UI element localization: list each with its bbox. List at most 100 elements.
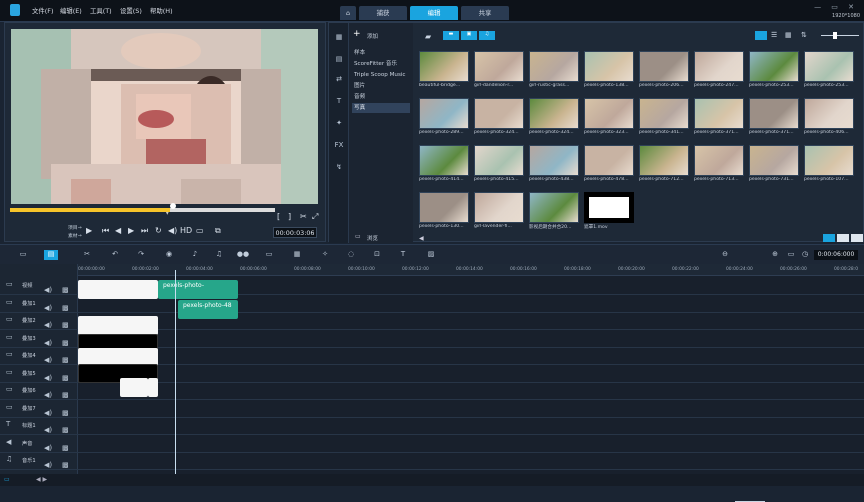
media-thumbnail[interactable]: pexels-photo-323...	[584, 98, 634, 138]
media-thumbnail[interactable]: pexels-photo-247...	[694, 51, 744, 91]
track-volume-icon[interactable]: ◀)	[44, 286, 52, 294]
media-thumbnail[interactable]: pexels-photo-130...	[419, 192, 469, 232]
track-type-icon[interactable]: ▭	[6, 280, 13, 288]
media-thumbnail[interactable]: pexels-photo-341...	[639, 98, 689, 138]
hd-icon[interactable]: HD	[180, 226, 192, 235]
thumb-size-slider[interactable]	[821, 35, 859, 36]
track-type-icon[interactable]: ▭	[6, 315, 13, 323]
mode-project[interactable]: 项目→	[68, 224, 82, 231]
media-thumbnail[interactable]: pexels-photo-371...	[694, 98, 744, 138]
3d-title-icon[interactable]: T	[396, 250, 410, 260]
sound-mixer-icon[interactable]: ♪	[188, 250, 202, 260]
undo-icon[interactable]: ↶	[108, 250, 122, 260]
overlay-clip-photo[interactable]: pexels-photo-48	[178, 300, 238, 319]
scroll-left-icon[interactable]: ◀	[419, 235, 424, 242]
record-capture-icon[interactable]: ◉	[162, 250, 176, 260]
multi-camera-icon[interactable]: ▦	[290, 250, 304, 260]
fx-icon[interactable]: FX	[333, 141, 345, 151]
media-thumbnail[interactable]: pexels-photo-478...	[584, 145, 634, 185]
ripple-edit-icon[interactable]: ▩	[62, 444, 69, 452]
track-type-icon[interactable]: T	[6, 420, 10, 428]
instant-project-icon[interactable]: ▤	[333, 55, 345, 65]
folder-item[interactable]: 图片	[352, 81, 410, 91]
add-folder-icon[interactable]: +	[353, 29, 361, 39]
show-library-icon[interactable]	[823, 234, 835, 242]
media-thumbnail[interactable]: pexels-photo-324...	[529, 98, 579, 138]
transition-icon[interactable]: ⇄	[333, 75, 345, 85]
mark-in-icon[interactable]: [	[277, 212, 280, 221]
volume-icon[interactable]: ◀)	[168, 226, 177, 235]
filter-video-icon[interactable]: ▬	[443, 31, 459, 40]
folder-item-selected[interactable]: 写真	[352, 103, 410, 113]
media-thumbnail[interactable]: pexels-photo-414...	[419, 145, 469, 185]
overlay-clip-white[interactable]	[120, 378, 148, 397]
track-manager-icon[interactable]: ▭	[4, 476, 10, 483]
window-controls[interactable]: — ▭ ✕	[814, 3, 858, 11]
enlarge-icon[interactable]: ⤢	[312, 212, 318, 222]
track-type-icon[interactable]: ◀	[6, 438, 11, 446]
ripple-edit-icon[interactable]: ▩	[62, 426, 69, 434]
menu-tools[interactable]: 工具(T)	[90, 6, 112, 15]
menu-help[interactable]: 帮助(H)	[150, 6, 173, 15]
track-type-icon[interactable]: ▭	[6, 333, 13, 341]
overlay-clip-white[interactable]	[78, 316, 158, 335]
ripple-edit-icon[interactable]: ▩	[62, 286, 69, 294]
track-volume-icon[interactable]: ◀)	[44, 321, 52, 329]
media-thumbnail[interactable]: 影视后期合并合20...	[529, 192, 579, 232]
media-thumbnail[interactable]: pexels-photo-712...	[639, 145, 689, 185]
filter-image-icon[interactable]: ▣	[461, 31, 477, 40]
media-thumbnail[interactable]: girl-rustic-grass...	[529, 51, 579, 91]
media-thumbnail[interactable]: 遮罩1.mov	[584, 192, 634, 232]
ripple-edit-icon[interactable]: ▩	[62, 356, 69, 364]
media-thumbnail[interactable]: pexels-photo-138...	[584, 51, 634, 91]
track-type-icon[interactable]: ♫	[6, 455, 12, 463]
snapshot-icon[interactable]: ⧉	[215, 226, 221, 236]
prev-frame-icon[interactable]: ◀	[115, 226, 121, 235]
ripple-edit-icon[interactable]: ▩	[62, 321, 69, 329]
details-view-icon[interactable]: ☰	[771, 31, 777, 39]
video-clip-photo[interactable]: pexels-photo-	[158, 280, 238, 299]
track-volume-icon[interactable]: ◀)	[44, 461, 52, 469]
repeat-icon[interactable]: ↻	[155, 226, 162, 235]
track-volume-icon[interactable]: ◀)	[44, 356, 52, 364]
next-frame-icon[interactable]: ▶	[128, 226, 134, 235]
tab-edit[interactable]: 编辑	[410, 6, 458, 20]
preview-video[interactable]	[11, 29, 318, 204]
media-thumbnail[interactable]: pexels-photo-289...	[419, 98, 469, 138]
media-thumbnail[interactable]: girl-dandelion-r...	[474, 51, 524, 91]
media-thumbnail[interactable]: pexels-photo-415...	[474, 145, 524, 185]
scroll-left-icon[interactable]: ◀ ▶	[36, 476, 47, 483]
track-volume-icon[interactable]: ◀)	[44, 304, 52, 312]
ripple-edit-icon[interactable]: ▩	[62, 461, 69, 469]
overlay-clip-white[interactable]	[148, 378, 158, 397]
track-volume-icon[interactable]: ◀)	[44, 444, 52, 452]
preview-scrubber[interactable]	[10, 203, 275, 212]
folder-item[interactable]: 样本	[352, 48, 410, 58]
sort-icon[interactable]: ⇅	[801, 31, 807, 39]
track-volume-icon[interactable]: ◀)	[44, 374, 52, 382]
tab-capture[interactable]: 捕获	[359, 6, 407, 20]
ripple-edit-icon[interactable]: ▩	[62, 374, 69, 382]
media-thumbnail[interactable]: beautiful-bridge...	[419, 51, 469, 91]
ripple-edit-icon[interactable]: ▩	[62, 391, 69, 399]
media-thumbnail[interactable]: pexels-photo-253...	[749, 51, 799, 91]
track-type-icon[interactable]: ▭	[6, 368, 13, 376]
menu-file[interactable]: 文件(F)	[32, 6, 53, 15]
folder-item[interactable]: ScoreFitter 音乐	[352, 59, 410, 69]
import-folder-icon[interactable]: ▰	[425, 32, 431, 41]
timeline-view-icon[interactable]: ▤	[44, 250, 58, 260]
media-thumbnail[interactable]: pexels-photo-107...	[804, 145, 854, 185]
browse-label[interactable]: 浏览	[367, 234, 378, 242]
track-volume-icon[interactable]: ◀)	[44, 339, 52, 347]
media-thumbnail[interactable]: girl-lavender-fi...	[474, 192, 524, 232]
show-options-icon[interactable]	[837, 234, 849, 242]
auto-music-icon[interactable]: ♫	[212, 250, 226, 260]
media-thumbnail[interactable]: pexels-photo-731...	[749, 145, 799, 185]
track-volume-icon[interactable]: ◀)	[44, 391, 52, 399]
grid-view-icon[interactable]: ▦	[785, 31, 792, 39]
media-thumbnail[interactable]: pexels-photo-438...	[529, 145, 579, 185]
show-browser-icon[interactable]	[851, 234, 863, 242]
path-icon[interactable]: ↯	[333, 163, 345, 173]
ripple-edit-icon[interactable]: ▩	[62, 339, 69, 347]
browse-icon[interactable]: ▭	[355, 233, 361, 240]
